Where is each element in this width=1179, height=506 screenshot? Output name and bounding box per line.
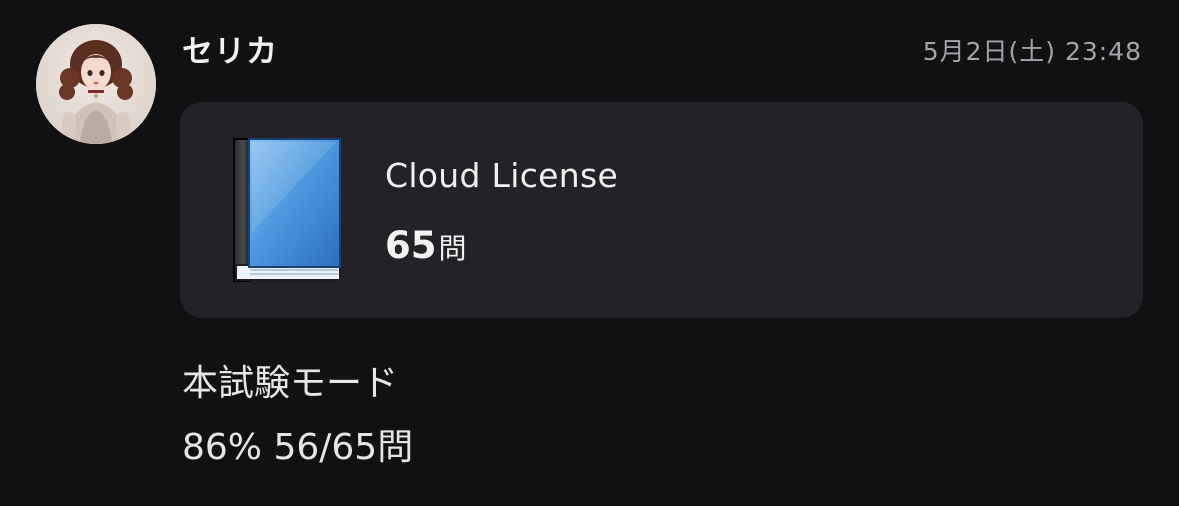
card-title: Cloud License: [385, 156, 619, 195]
question-count-unit: 問: [438, 232, 467, 265]
question-count-number: 65: [385, 224, 437, 267]
exam-result: 86% 56/65問: [182, 427, 414, 468]
doll-portrait-image: [36, 24, 156, 144]
quiz-card[interactable]: Cloud License 65問: [180, 102, 1143, 318]
post-timestamp: 5月2日(土) 23:48: [922, 37, 1142, 66]
blue-book-icon: [232, 137, 342, 283]
username[interactable]: セリカ: [182, 30, 278, 74]
question-count: 65問: [385, 222, 467, 277]
avatar[interactable]: [36, 24, 156, 144]
post-message: 本試験モード 86% 56/65問: [182, 352, 413, 480]
exam-mode-label: 本試験モード: [182, 363, 399, 404]
